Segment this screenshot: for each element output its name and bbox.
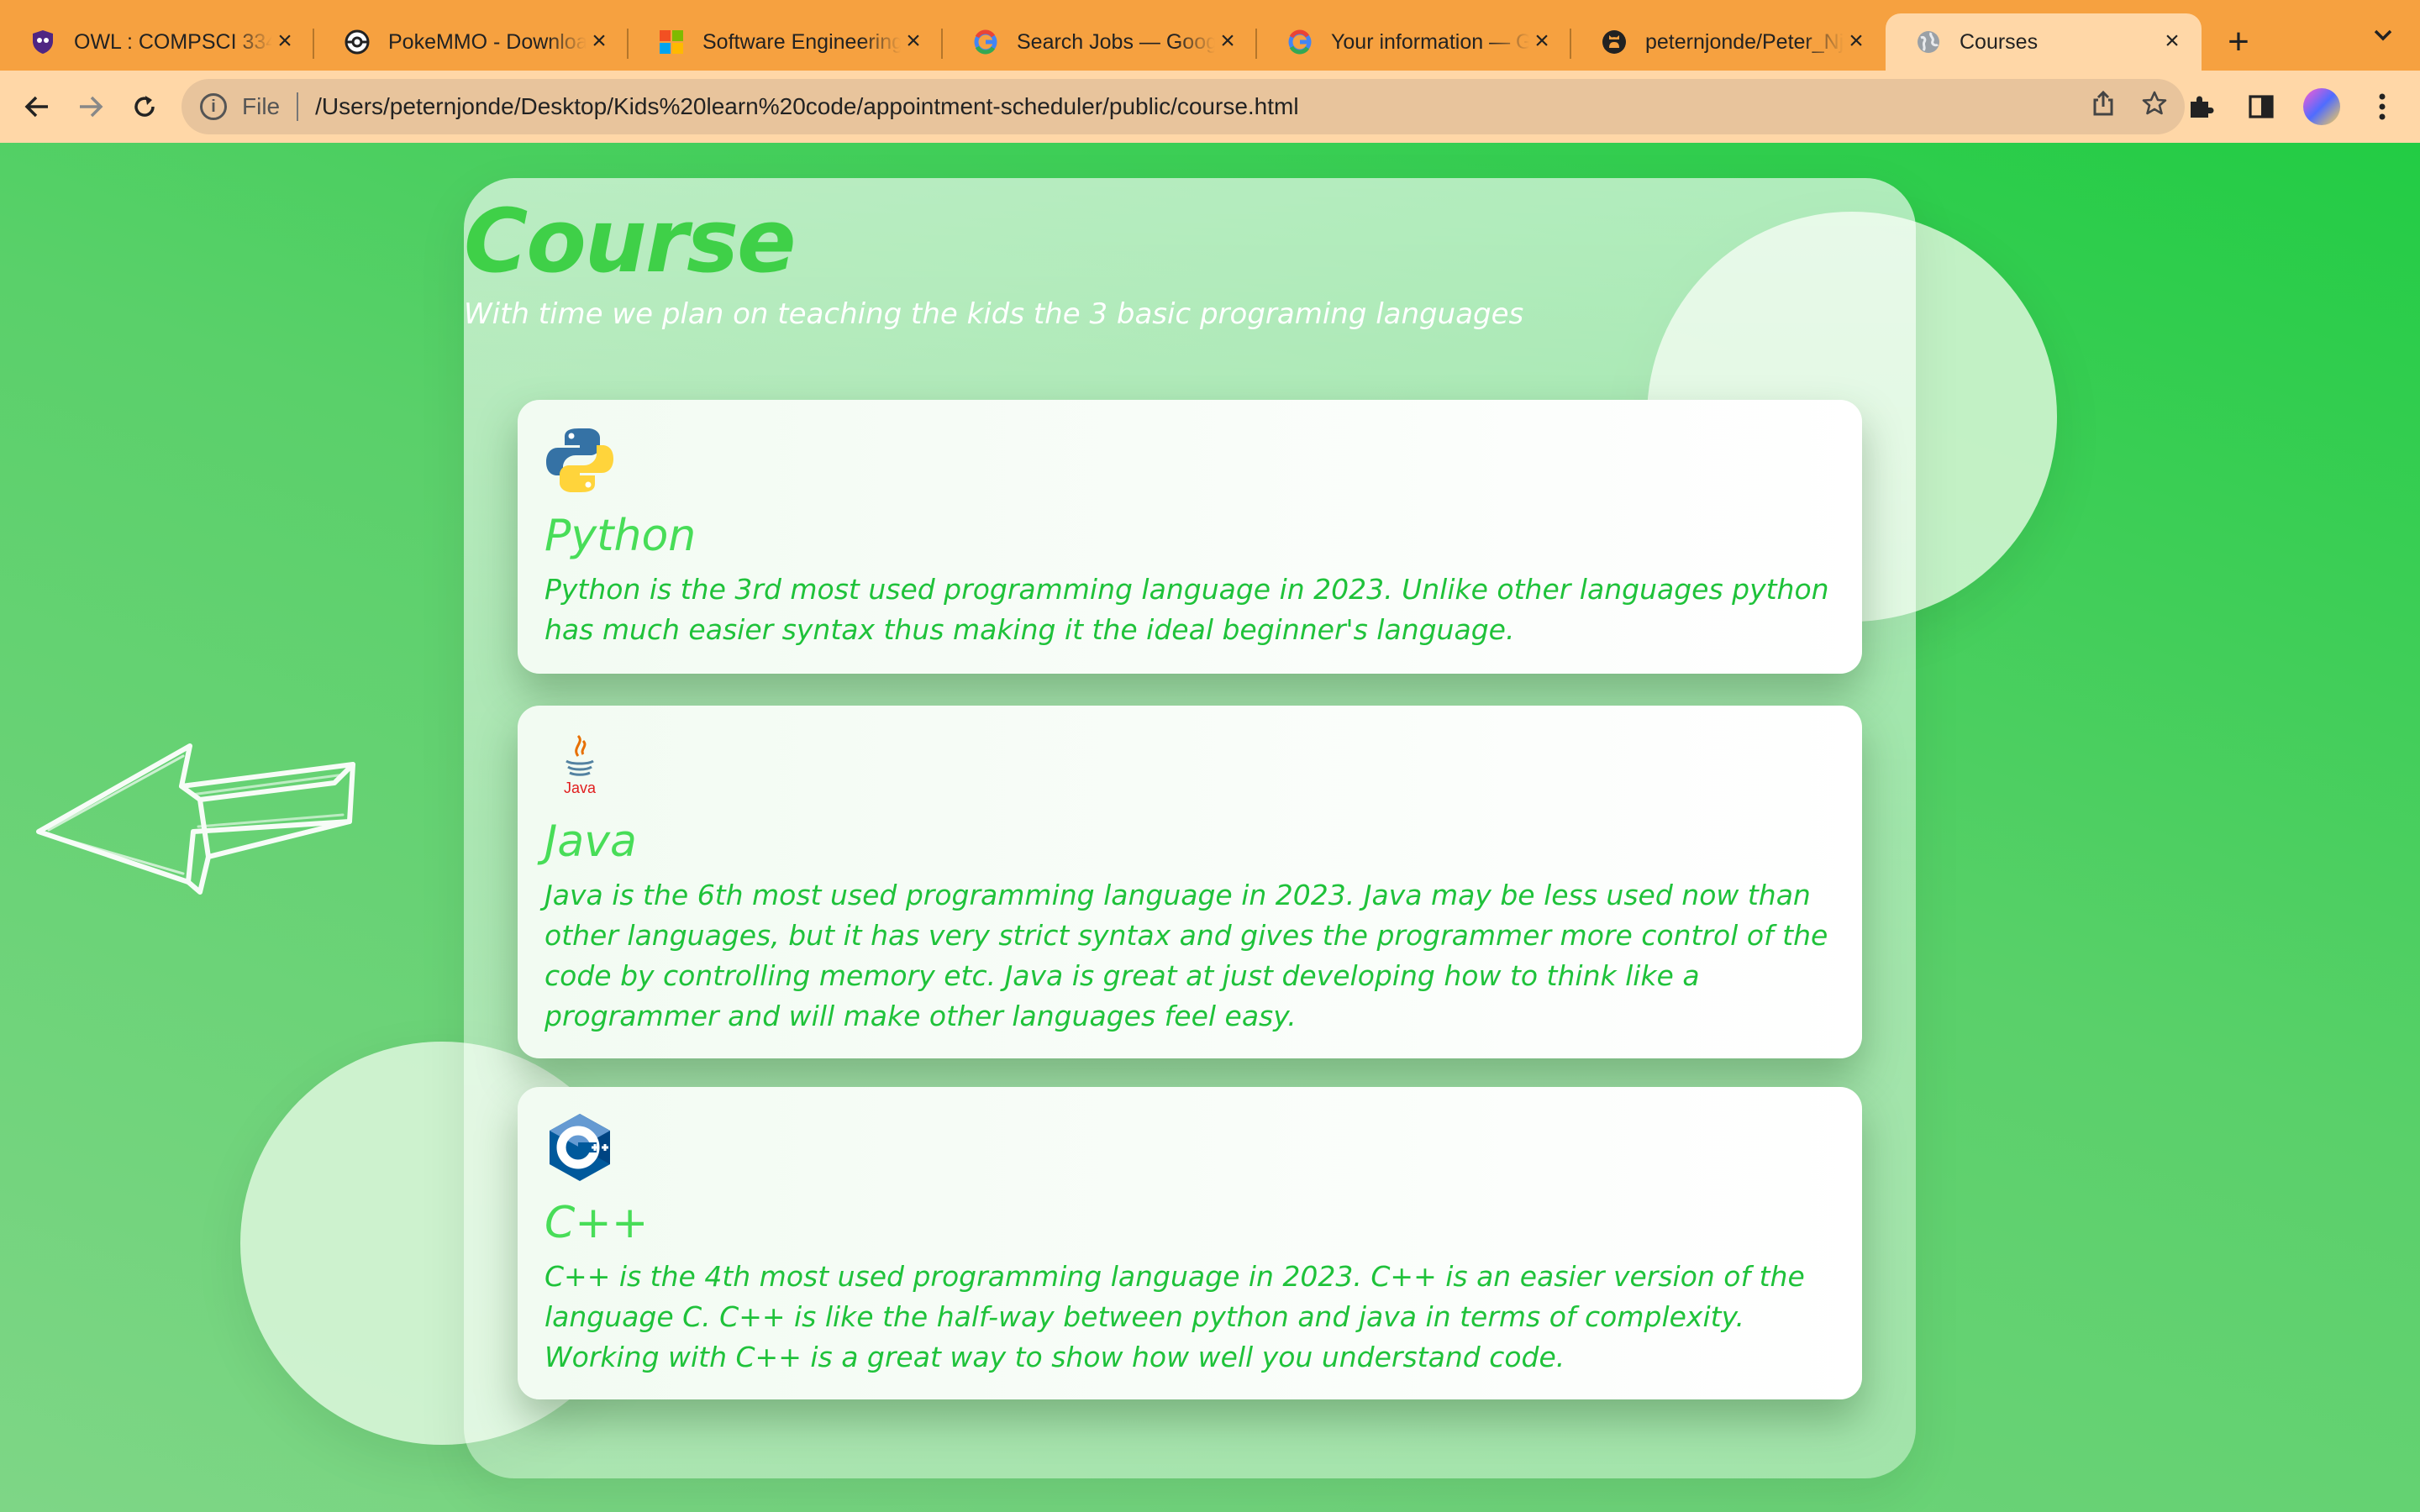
tab-github[interactable]: peternjonde/Peter_Njonde × — [1571, 13, 1886, 71]
google-icon — [973, 29, 998, 55]
tab-title: peternjonde/Peter_Njonde — [1645, 29, 1844, 54]
forward-arrow-icon — [80, 96, 103, 118]
course-description: Python is the 3rd most used programming … — [544, 573, 1829, 646]
address-bar[interactable]: i File /Users/peternjonde/Desktop/Kids%2… — [182, 79, 2185, 134]
close-icon[interactable]: × — [2160, 29, 2185, 54]
course-description: Java is the 6th most used programming la… — [544, 879, 1828, 1032]
reload-button[interactable] — [124, 87, 165, 127]
tab-title: Search Jobs — Google — [1017, 29, 1215, 54]
bookmark-star-icon[interactable] — [2141, 90, 2168, 123]
forward-button[interactable] — [71, 87, 111, 127]
cpp-logo-icon — [550, 1114, 610, 1181]
svg-text:Java: Java — [564, 780, 597, 796]
back-button[interactable] — [17, 87, 57, 127]
extensions-puzzle-icon[interactable] — [2181, 87, 2220, 126]
close-icon[interactable]: × — [1844, 29, 1869, 54]
new-tab-button[interactable]: + — [2213, 13, 2264, 71]
github-icon — [1602, 29, 1627, 55]
course-title: Java — [544, 816, 637, 867]
page-title: Course — [464, 190, 797, 292]
profile-avatar[interactable] — [2302, 87, 2341, 126]
url-text[interactable]: /Users/peternjonde/Desktop/Kids%20learn%… — [315, 93, 1298, 120]
tab-your-information[interactable]: Your information — Google × — [1257, 13, 1571, 71]
close-icon[interactable]: × — [901, 29, 926, 54]
java-logo-icon: Java — [564, 734, 597, 796]
tab-title: Software Engineering — [702, 29, 901, 54]
close-icon[interactable]: × — [1215, 29, 1240, 54]
share-icon[interactable] — [2091, 90, 2116, 123]
python-logo-icon — [546, 428, 613, 492]
pokeball-icon — [345, 29, 370, 55]
back-arrow-icon — [24, 96, 48, 118]
close-icon[interactable]: × — [1529, 29, 1555, 54]
course-title: Python — [544, 511, 697, 561]
course-description: C++ is the 4th most used programming lan… — [544, 1260, 1805, 1373]
globe-icon — [1916, 29, 1941, 55]
tab-software-engineering[interactable]: Software Engineering × — [629, 13, 943, 71]
tab-search-jobs[interactable]: Search Jobs — Google × — [943, 13, 1257, 71]
course-title: C++ — [544, 1198, 649, 1248]
tab-owl[interactable]: OWL : COMPSCI 3340 × — [0, 13, 314, 71]
side-panel-icon[interactable] — [2242, 87, 2281, 126]
course-card-python: Python Python is the 3rd most used progr… — [518, 400, 1862, 674]
course-card-cpp: C++ C++ is the 4th most used programming… — [518, 1087, 1862, 1399]
owl-shield-icon — [30, 29, 55, 55]
site-info-icon[interactable]: i — [200, 93, 227, 120]
browser-menu-kebab-icon[interactable] — [2363, 87, 2402, 126]
course-card-java: Java Java Java is the 6th most used prog… — [518, 706, 1862, 1058]
page-viewport: Course With time we plan on teaching the… — [0, 143, 2420, 1512]
tab-title: Your information — Google — [1331, 29, 1529, 54]
tab-title: PokeMMO - Download — [388, 29, 587, 54]
tab-courses[interactable]: Courses × — [1886, 13, 2202, 71]
tab-title: Courses — [1960, 29, 2039, 54]
tab-title: OWL : COMPSCI 3340 — [74, 29, 272, 54]
tab-pokemmo[interactable]: PokeMMO - Download × — [314, 13, 629, 71]
close-icon[interactable]: × — [272, 29, 297, 54]
google-icon — [1287, 29, 1313, 55]
microsoft-icon — [659, 29, 684, 55]
tab-search-chevron-icon[interactable] — [2371, 24, 2395, 53]
reload-icon — [134, 96, 155, 117]
browser-toolbar: i File /Users/peternjonde/Desktop/Kids%2… — [0, 71, 2420, 143]
scheme-label: File — [242, 93, 281, 119]
close-icon[interactable]: × — [587, 29, 612, 54]
page-subtitle: With time we plan on teaching the kids t… — [464, 297, 1524, 331]
back-arrow-chalk-icon[interactable] — [32, 739, 368, 907]
tab-strip: OWL : COMPSCI 3340 × PokeMMO - Download … — [0, 0, 2420, 71]
